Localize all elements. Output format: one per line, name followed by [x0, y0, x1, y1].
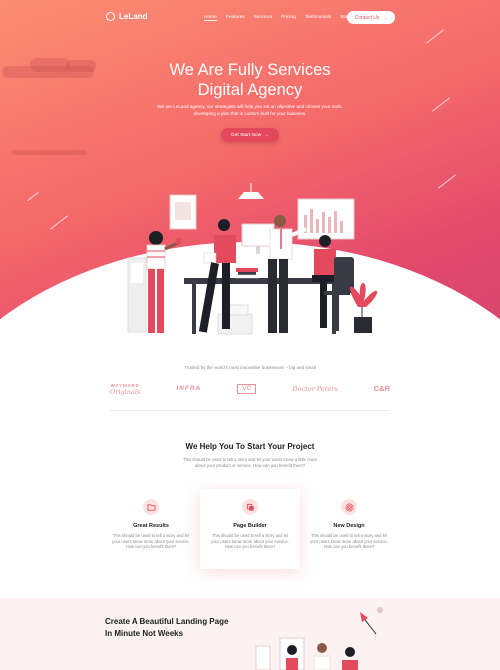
feature-desc: This should be used to tell a story and …: [310, 533, 388, 550]
layers-icon: [242, 499, 258, 515]
nav-link-features[interactable]: Features: [226, 15, 245, 21]
brand-logo[interactable]: LeLand: [106, 12, 147, 21]
brand-logo-doctor-peters: Doctor Peters: [292, 385, 338, 393]
arrow-right-icon: →: [382, 14, 388, 21]
landing-page-section: Create A Beautiful Landing Page In Minut…: [0, 598, 500, 670]
feature-desc: This should be used to tell a story and …: [112, 533, 190, 550]
section-title: We Help You To Start Your Project: [185, 442, 315, 451]
fingerprint-icon: [341, 499, 357, 515]
get-start-label: Get Start Now: [231, 132, 262, 138]
shooting-star: [438, 174, 456, 189]
logo-icon: [106, 12, 115, 21]
section-title: Create A Beautiful Landing Page In Minut…: [105, 616, 228, 640]
nav-links: Home Features Services Pricing Testimoni…: [204, 15, 361, 21]
top-nav: LeLand Home Features Services Pricing Te…: [0, 0, 500, 36]
hero-title: We Are Fully Services Digital Agency: [0, 60, 500, 100]
brand-name: LeLand: [119, 12, 148, 21]
feature-title: Great Results: [133, 523, 169, 529]
brand-logo-wayward: WAYWARD Originals: [110, 383, 140, 395]
feature-title: Page Builder: [233, 523, 267, 529]
shooting-star: [27, 191, 39, 202]
get-start-button[interactable]: Get Start Now →: [221, 128, 279, 142]
hero-title-line1: We Are Fully Services: [169, 61, 331, 79]
brand-logo-infra: INFRA: [176, 385, 202, 392]
nav-link-pricing[interactable]: Pricing: [281, 15, 296, 21]
bottom-title-line1: Create A Beautiful Landing Page: [105, 617, 229, 626]
contact-us-label: Contact Us: [354, 14, 380, 21]
bottom-title-line2: In Minute Not Weeks: [105, 629, 184, 638]
brand-logo-text: Originals: [110, 388, 141, 396]
section-subtitle: This should be used to tell a story and …: [183, 457, 317, 468]
arrow-right-icon: →: [264, 132, 269, 138]
folder-icon: [143, 499, 159, 515]
nav-link-testimonials[interactable]: Testimonials: [305, 15, 331, 21]
feature-card-new-design: New Design This should be used to tell a…: [299, 489, 399, 569]
nav-link-services[interactable]: Services: [254, 15, 272, 21]
hero-subtitle: We are LeLand agency, our strategists wi…: [157, 104, 343, 116]
team-illustration: [127, 183, 378, 335]
feature-desc: This should be used to tell a story and …: [211, 533, 289, 550]
trusted-text: Trusted by the world's most innovative b…: [184, 365, 316, 370]
brand-logo-cr: C&R: [373, 384, 390, 393]
contact-us-button[interactable]: Contact Us →: [347, 11, 395, 24]
nav-link-home[interactable]: Home: [204, 15, 217, 21]
hero-title-line2: Digital Agency: [197, 81, 303, 99]
feature-card-great-results: Great Results This should be used to tel…: [101, 489, 201, 569]
brand-logos: WAYWARD Originals INFRA VC Doctor Peters…: [110, 383, 390, 395]
brand-logo-vc: VC: [237, 384, 257, 394]
feature-title: New Design: [333, 523, 365, 529]
feature-card-page-builder: Page Builder This should be used to tell…: [200, 489, 300, 569]
cloud-shape: [12, 150, 87, 155]
section-divider: [110, 410, 390, 411]
team-illustration-small: [255, 607, 383, 670]
shooting-star: [50, 215, 68, 230]
